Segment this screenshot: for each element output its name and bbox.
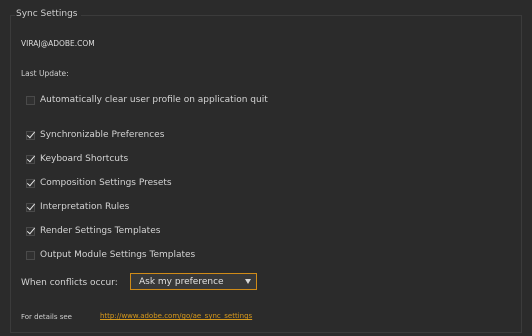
- checkbox-label: Interpretation Rules: [40, 202, 130, 212]
- conflicts-label: When conflicts occur:: [21, 278, 118, 288]
- checkbox-interpretation-rules[interactable]: Interpretation Rules: [26, 202, 129, 212]
- checkmark-icon: [26, 130, 35, 140]
- auto-clear-label: Automatically clear user profile on appl…: [40, 95, 268, 105]
- checkmark-icon: [26, 154, 35, 164]
- details-link[interactable]: http://www.adobe.com/go/ae_sync_settings: [100, 312, 252, 320]
- last-update-label: Last Update:: [21, 69, 69, 78]
- checkbox-synchronizable-preferences[interactable]: Synchronizable Preferences: [26, 130, 164, 140]
- checkmark-icon: [26, 178, 35, 188]
- auto-clear-checkbox[interactable]: Automatically clear user profile on appl…: [26, 95, 268, 105]
- conflicts-dropdown[interactable]: Ask my preference: [130, 273, 257, 290]
- checkbox-label: Keyboard Shortcuts: [40, 154, 129, 164]
- panel-title: Sync Settings: [15, 9, 82, 19]
- checkmark-icon: [26, 226, 35, 236]
- account-email: VIRAJ@ADOBE.COM: [21, 39, 95, 48]
- conflicts-dropdown-value: Ask my preference: [139, 276, 224, 287]
- checkbox-label: Composition Settings Presets: [40, 178, 172, 188]
- checkbox-label: Synchronizable Preferences: [40, 130, 165, 140]
- checkmark-icon: [26, 202, 35, 212]
- checkbox-label: Output Module Settings Templates: [40, 250, 196, 260]
- checkbox-composition-settings-presets[interactable]: Composition Settings Presets: [26, 178, 172, 188]
- checkbox-keyboard-shortcuts[interactable]: Keyboard Shortcuts: [26, 154, 128, 164]
- checkbox-unchecked-icon: [26, 95, 35, 105]
- checkbox-unchecked-icon: [26, 250, 35, 260]
- details-label: For details see: [21, 313, 72, 321]
- checkbox-output-module-settings-templates[interactable]: Output Module Settings Templates: [26, 250, 195, 260]
- chevron-down-icon: [245, 279, 251, 284]
- checkbox-label: Render Settings Templates: [40, 226, 161, 236]
- checkbox-render-settings-templates[interactable]: Render Settings Templates: [26, 226, 160, 236]
